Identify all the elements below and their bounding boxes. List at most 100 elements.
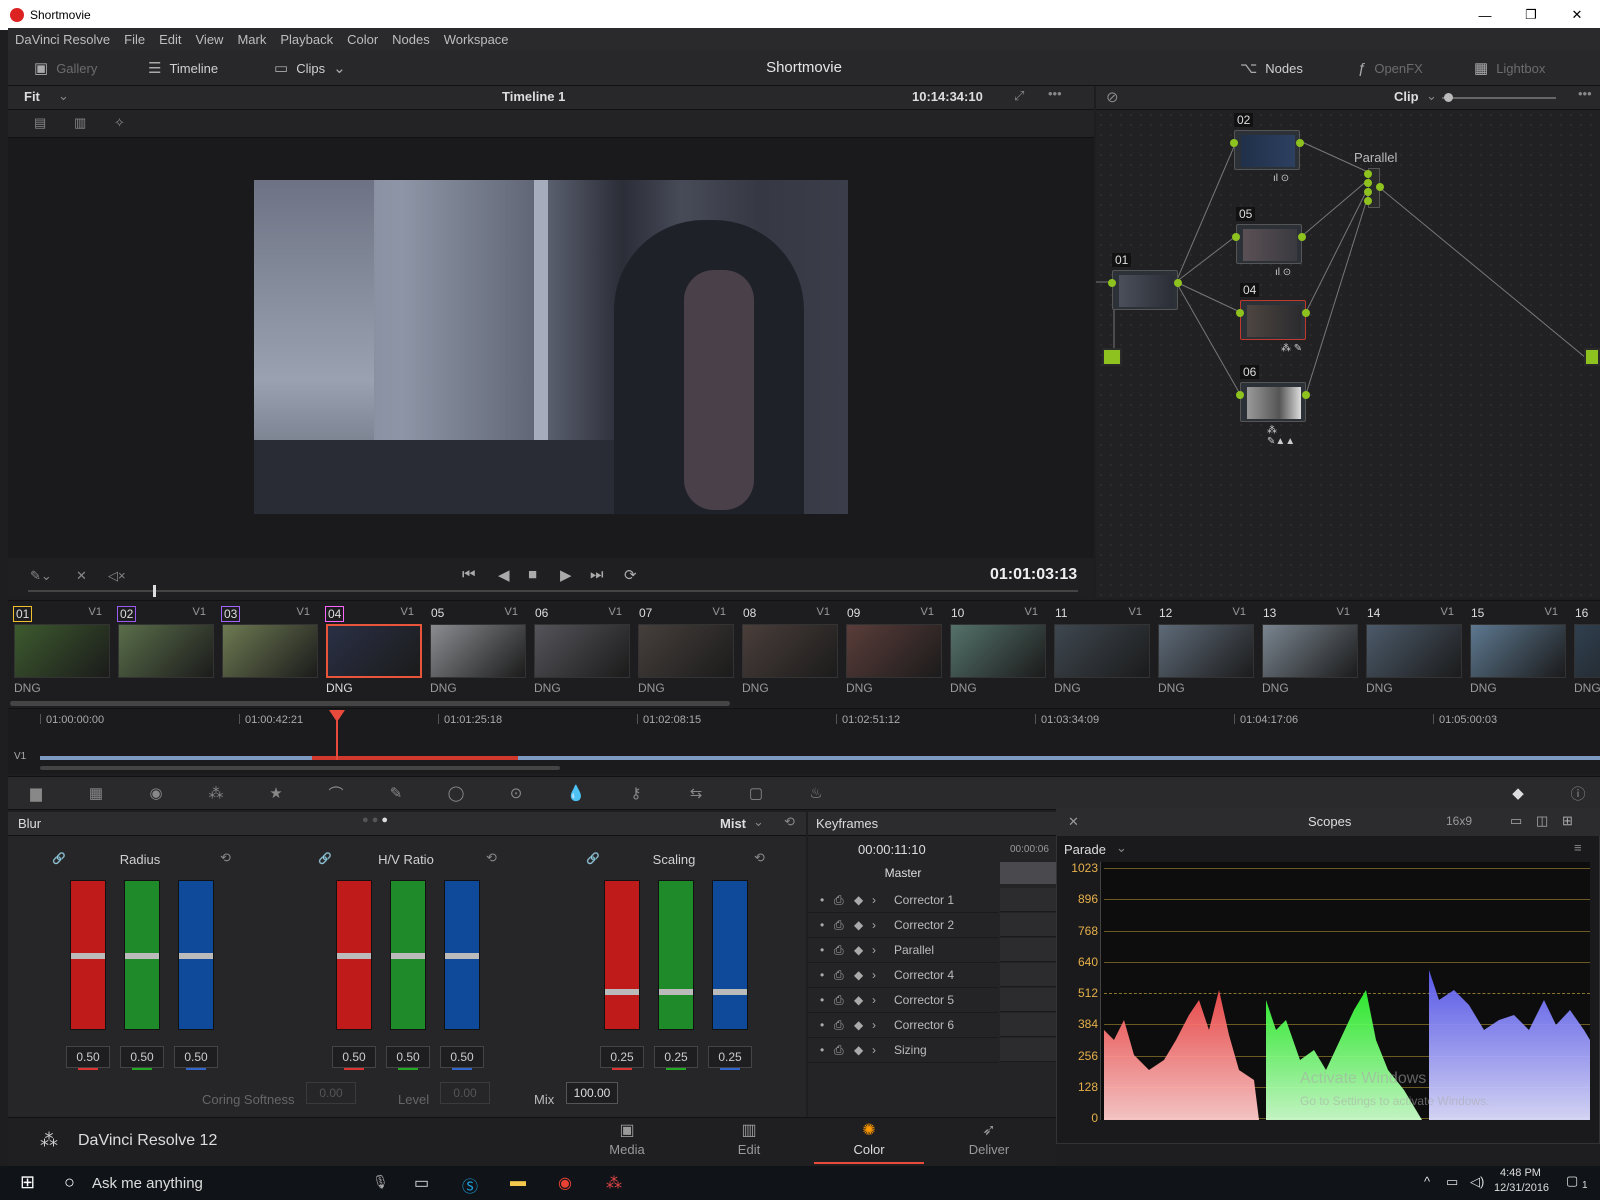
tray-chevron-icon[interactable]: ^ [1424,1174,1430,1189]
parallel-node[interactable] [1364,168,1384,208]
blur-slider-green[interactable] [124,880,160,1030]
blur-value-field[interactable]: 0.50 [174,1046,218,1068]
minimize-button[interactable]: — [1462,0,1508,30]
keyframe-row[interactable]: • ⎙ ◆ › Sizing [808,1038,998,1063]
key-icon[interactable]: ⚷ [622,780,650,806]
mute-icon[interactable]: ◁× [108,568,126,584]
keyframe-diamond-icon[interactable]: ◆ [854,893,863,907]
lock-icon[interactable]: ⎙ [834,993,844,1008]
keyframe-track[interactable] [1000,1013,1056,1037]
node-input-dot[interactable] [1364,170,1372,178]
gallery-button[interactable]: ▣ Gallery [34,50,97,86]
blur-slider-red[interactable] [70,880,106,1030]
node-output-dot[interactable] [1174,279,1182,287]
keyframe-diamond-icon[interactable]: ◆ [854,968,863,982]
lock-icon[interactable]: ⎙ [834,968,844,983]
node-06[interactable]: 06 ⁂ ✎▲▲ [1236,365,1310,447]
tracker-icon[interactable]: ⊙ [502,780,530,806]
openfx-button[interactable]: ƒ OpenFX [1358,50,1423,86]
node-output-dot[interactable] [1302,309,1310,317]
link-icon[interactable]: 🔗 [318,852,332,865]
clip-thumbnail[interactable]: 02 V1 [112,606,214,696]
page-edit[interactable]: ▥ Edit [694,1120,804,1164]
node-input-dot[interactable] [1230,139,1238,147]
node-input-dot[interactable] [1364,197,1372,205]
keyframe-dot-icon[interactable]: • [820,893,824,907]
keyframe-row[interactable]: • ⎙ ◆ › Parallel [808,938,998,963]
input-source-icon[interactable] [1102,348,1122,366]
keyframe-track[interactable] [1000,963,1056,987]
keyframe-track[interactable] [1000,938,1056,962]
clip-thumbnail[interactable]: 05 V1 DNG [424,606,526,696]
keyframe-diamond-icon[interactable]: ◆ [854,1018,863,1032]
skype-icon[interactable]: Ⓢ [462,1173,478,1197]
node-input-dot[interactable] [1108,279,1116,287]
page-dots[interactable]: ● ● ● [362,814,388,826]
menu-nodes[interactable]: Nodes [385,32,437,47]
blur-value-field[interactable]: 0.50 [440,1046,484,1068]
menu-mark[interactable]: Mark [230,32,273,47]
node-input-dot[interactable] [1236,309,1244,317]
slider-handle[interactable] [125,953,159,959]
microphone-icon[interactable]: 🎙 [372,1174,389,1190]
page-deliver[interactable]: ➶ Deliver [934,1120,1044,1164]
lock-icon[interactable]: ⎙ [834,943,844,958]
node-output-dot[interactable] [1302,391,1310,399]
menu-view[interactable]: View [189,32,231,47]
menu-workspace[interactable]: Workspace [437,32,516,47]
3d-icon[interactable]: ▢ [742,780,770,806]
keyframe-row[interactable]: • ⎙ ◆ › Corrector 6 [808,1013,998,1038]
fullscreen-icon[interactable]: ⤢ [1014,88,1024,104]
clip-thumbnail[interactable]: 09 V1 DNG [840,606,942,696]
node-output-dot[interactable] [1376,183,1384,191]
zoom-slider[interactable] [1442,97,1556,99]
keyframe-diamond-icon[interactable]: ◆ [854,1043,863,1057]
keyframes-master-track[interactable] [1000,862,1056,884]
scrubber-handle[interactable] [153,585,156,597]
node-input-dot[interactable] [1364,179,1372,187]
blur-slider-green[interactable] [658,880,694,1030]
keyframe-diamond-icon[interactable]: ◆ [1504,780,1532,806]
blur-value-field[interactable]: 0.50 [386,1046,430,1068]
keyframe-diamond-icon[interactable]: ◆ [854,993,863,1007]
scope-mode-select[interactable]: Parade [1064,842,1106,857]
node-input-dot[interactable] [1236,391,1244,399]
level-field[interactable]: 0.00 [440,1082,490,1104]
clip-thumbnail[interactable]: 14 V1 DNG [1360,606,1462,696]
blur-value-field[interactable]: 0.50 [332,1046,376,1068]
node-input-dot[interactable] [1232,233,1240,241]
zoom-slider-handle[interactable] [1444,93,1453,102]
color-wheels-icon[interactable]: ◉ [142,780,170,806]
blur-slider-red[interactable] [604,880,640,1030]
timeline-scrollbar[interactable] [40,766,560,770]
lightbox-button[interactable]: ▦ Lightbox [1474,50,1545,86]
windows-start-icon[interactable]: ⊞ [20,1172,35,1193]
clock-date[interactable]: 12/31/2016 [1494,1182,1549,1194]
keyframe-track[interactable] [1000,888,1056,912]
taskbar-search[interactable]: Ask me anything [92,1175,203,1192]
clip-thumbnail[interactable]: 13 V1 DNG [1256,606,1358,696]
keyframe-row[interactable]: • ⎙ ◆ › Corrector 2 [808,913,998,938]
page-color[interactable]: ✺ Color [814,1120,924,1164]
file-explorer-icon[interactable]: ▬ [510,1173,526,1191]
clip-thumbnail[interactable]: 04 V1 DNG [320,606,422,696]
stop-icon[interactable]: ■ [528,566,537,583]
clips-scrollbar[interactable] [10,701,730,706]
keyframe-diamond-icon[interactable]: ◆ [854,918,863,932]
magic-wand-icon[interactable]: ✧ [114,115,125,131]
qualifier-icon[interactable]: ✎ [382,780,410,806]
blur-value-field[interactable]: 0.25 [600,1046,644,1068]
slider-handle[interactable] [713,989,747,995]
clock-time[interactable]: 4:48 PM [1500,1167,1541,1179]
keyframe-dot-icon[interactable]: • [820,993,824,1007]
expand-chevron-icon[interactable]: › [872,1043,876,1057]
clips-button[interactable]: ▭ Clips ⌄ [274,50,346,86]
layout-quad-icon[interactable]: ⊞ [1562,813,1573,829]
slider-handle[interactable] [391,953,425,959]
slider-handle[interactable] [71,953,105,959]
clip-thumbnail[interactable]: 12 V1 DNG [1152,606,1254,696]
scope-settings-icon[interactable]: ≡ [1574,840,1582,855]
node-mode-select[interactable]: Clip [1394,89,1419,104]
clip-thumbnail[interactable]: 16 DNG [1568,606,1600,696]
fit-select[interactable]: Fit [24,89,40,104]
